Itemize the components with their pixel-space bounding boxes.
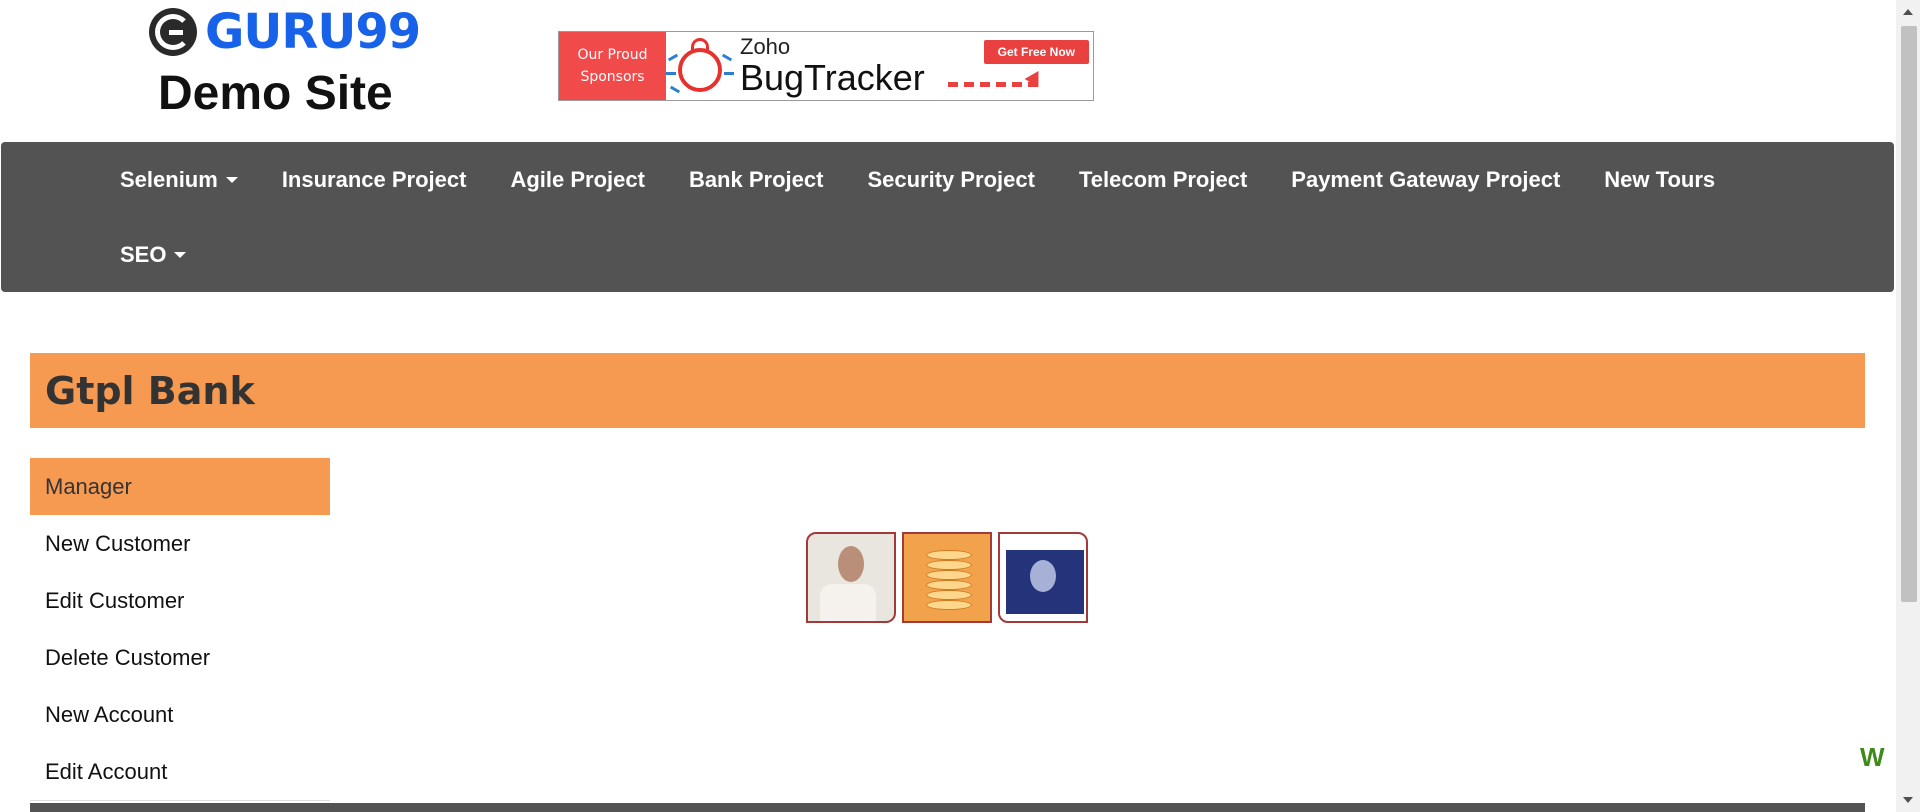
sidebar-item-manager[interactable]: Manager [30,458,330,515]
sponsor-product-text: Zoho BugTracker [736,32,925,100]
sidebar-item-new-customer[interactable]: New Customer [30,515,330,572]
bug-icon [666,32,736,100]
manager-sidebar-menu: Manager New Customer Edit Customer Delet… [30,458,330,801]
sponsor-label-line2: Sponsors [580,69,645,85]
logo-mark: GURU99 [149,4,421,60]
scrollbar-thumb[interactable] [1901,26,1917,602]
get-free-now-button[interactable]: Get Free Now [983,40,1089,64]
sidebar-divider [30,800,330,801]
nav-insurance-project[interactable]: Insurance Project [260,142,489,217]
sponsor-label: Our Proud Sponsors [559,32,666,100]
page-scrollbar[interactable] [1896,0,1920,812]
person-at-desk-image [998,532,1088,623]
main-navbar: Selenium Insurance Project Agile Project… [1,142,1894,292]
nav-security-project[interactable]: Security Project [845,142,1057,217]
dashed-arrow-line [948,82,1038,87]
bank-header-bar: Gtpl Bank [30,353,1865,428]
caret-down-icon [174,251,187,258]
nav-agile-project[interactable]: Agile Project [488,142,666,217]
site-logo[interactable]: GURU99 Demo Site [147,8,421,120]
sidebar-item-delete-customer[interactable]: Delete Customer [30,629,330,686]
nav-new-tours[interactable]: New Tours [1582,142,1737,217]
nav-row-1: Selenium Insurance Project Agile Project… [98,142,1737,217]
sponsor-product: BugTracker [740,57,925,98]
nav-row-2: SEO [98,217,208,292]
caret-down-icon [225,176,238,183]
nav-item-label: Selenium [120,167,218,192]
page-title: Gtpl Bank [45,368,255,413]
content-bottom-bar [30,803,1865,812]
sidebar-item-edit-account[interactable]: Edit Account [30,743,330,800]
sidebar-item-edit-customer[interactable]: Edit Customer [30,572,330,629]
scroll-up-arrow-icon[interactable] [1903,9,1913,15]
nav-telecom-project[interactable]: Telecom Project [1057,142,1269,217]
nav-item-label: SEO [120,242,167,267]
bank-decorative-images [806,532,1088,623]
nav-payment-gateway-project[interactable]: Payment Gateway Project [1269,142,1582,217]
guru99-logo-icon [149,8,197,56]
logo-subtitle: Demo Site [158,67,393,120]
sidebar-item-new-account[interactable]: New Account [30,686,330,743]
nav-selenium-dropdown[interactable]: Selenium [98,142,260,217]
scroll-down-arrow-icon[interactable] [1903,797,1913,803]
coin-stacks-image [902,532,992,623]
sponsor-brand: Zoho [740,34,791,59]
nav-seo-dropdown[interactable]: SEO [98,217,208,292]
businessman-on-phone-image [806,532,896,623]
logo-text: GURU99 [205,4,421,60]
sponsor-label-line1: Our Proud [577,47,648,63]
sponsor-banner-ad[interactable]: Our Proud Sponsors Zoho BugTracker Get F… [558,31,1094,101]
welcome-marquee-text: W [1860,742,1885,772]
nav-bank-project[interactable]: Bank Project [667,142,846,217]
